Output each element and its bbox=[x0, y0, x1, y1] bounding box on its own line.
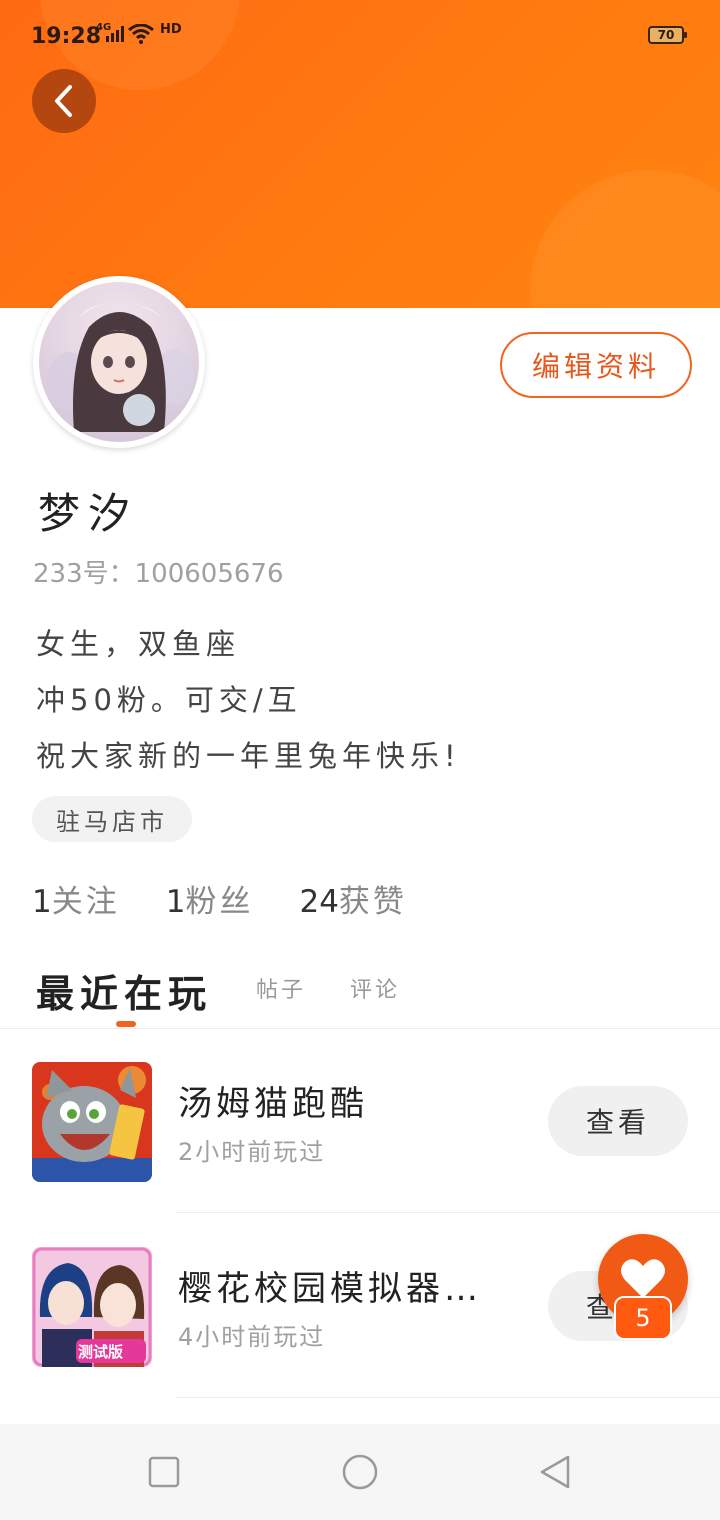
following-stat[interactable]: 1关注 bbox=[32, 876, 120, 921]
back-button[interactable] bbox=[32, 69, 96, 133]
avatar[interactable] bbox=[33, 276, 205, 448]
profile-tabs: 最近在玩 帖子 评论 bbox=[36, 958, 400, 1018]
stat-number: 24 bbox=[299, 884, 339, 920]
likes-stat[interactable]: 24获赞 bbox=[299, 876, 406, 921]
status-time: 19:28 bbox=[31, 24, 102, 49]
game-name: 樱花校园模拟器… bbox=[178, 1269, 482, 1309]
system-nav-bar bbox=[0, 1424, 720, 1520]
profile-stats: 1关注 1粉丝 24获赞 bbox=[32, 876, 407, 921]
home-icon[interactable] bbox=[341, 1453, 379, 1491]
status-bar: 19:28 4G HD 70 bbox=[0, 0, 720, 72]
signal-icon bbox=[106, 26, 124, 42]
bio-line: 冲50粉。可交/互 bbox=[36, 683, 302, 717]
list-item[interactable]: 汤姆猫跑酷 2小时前玩过 查看 bbox=[0, 1028, 720, 1212]
profile-nickname: 梦汐 bbox=[38, 489, 139, 538]
talking-tom-game-icon bbox=[32, 1062, 152, 1182]
back-nav-icon[interactable] bbox=[538, 1453, 574, 1491]
last-played-time: 4小时前玩过 bbox=[178, 1323, 326, 1351]
test-version-badge: 测试版 bbox=[78, 1343, 124, 1361]
chevron-left-icon bbox=[55, 85, 72, 117]
stat-label: 粉丝 bbox=[185, 884, 254, 920]
battery-icon: 70 bbox=[648, 26, 687, 44]
sakura-school-game-icon: 测试版 bbox=[32, 1247, 152, 1367]
profile-bio: 女生，双鱼座 冲50粉。可交/互 祝大家新的一年里兔年快乐! bbox=[36, 616, 461, 784]
game-name: 汤姆猫跑酷 bbox=[178, 1084, 368, 1124]
wifi-icon bbox=[128, 24, 154, 44]
bio-line: 祝大家新的一年里兔年快乐! bbox=[36, 739, 461, 773]
stat-label: 关注 bbox=[51, 884, 120, 920]
location-tag: 驻马店市 bbox=[32, 796, 192, 842]
stat-label: 获赞 bbox=[338, 884, 407, 920]
stat-number: 1 bbox=[165, 884, 186, 920]
avatar-image bbox=[39, 282, 199, 442]
active-tab-indicator bbox=[116, 1021, 136, 1027]
profile-id: 233号：100605676 bbox=[33, 559, 284, 589]
followers-stat[interactable]: 1粉丝 bbox=[166, 876, 254, 921]
like-count-badge: 5 bbox=[614, 1296, 672, 1340]
stat-number: 1 bbox=[32, 884, 52, 920]
tab-recently-played[interactable]: 最近在玩 bbox=[36, 963, 212, 1018]
bio-line: 女生，双鱼座 bbox=[36, 627, 241, 661]
tab-comments[interactable]: 评论 bbox=[350, 972, 400, 1018]
recent-apps-icon[interactable] bbox=[148, 1456, 180, 1488]
decorative-circle bbox=[530, 170, 720, 308]
hd-indicator: HD bbox=[160, 22, 182, 37]
view-button[interactable]: 查看 bbox=[548, 1086, 688, 1156]
tab-posts[interactable]: 帖子 bbox=[256, 972, 306, 1018]
divider bbox=[176, 1397, 720, 1398]
edit-profile-button[interactable]: 编辑资料 bbox=[500, 332, 692, 398]
last-played-time: 2小时前玩过 bbox=[178, 1138, 326, 1166]
